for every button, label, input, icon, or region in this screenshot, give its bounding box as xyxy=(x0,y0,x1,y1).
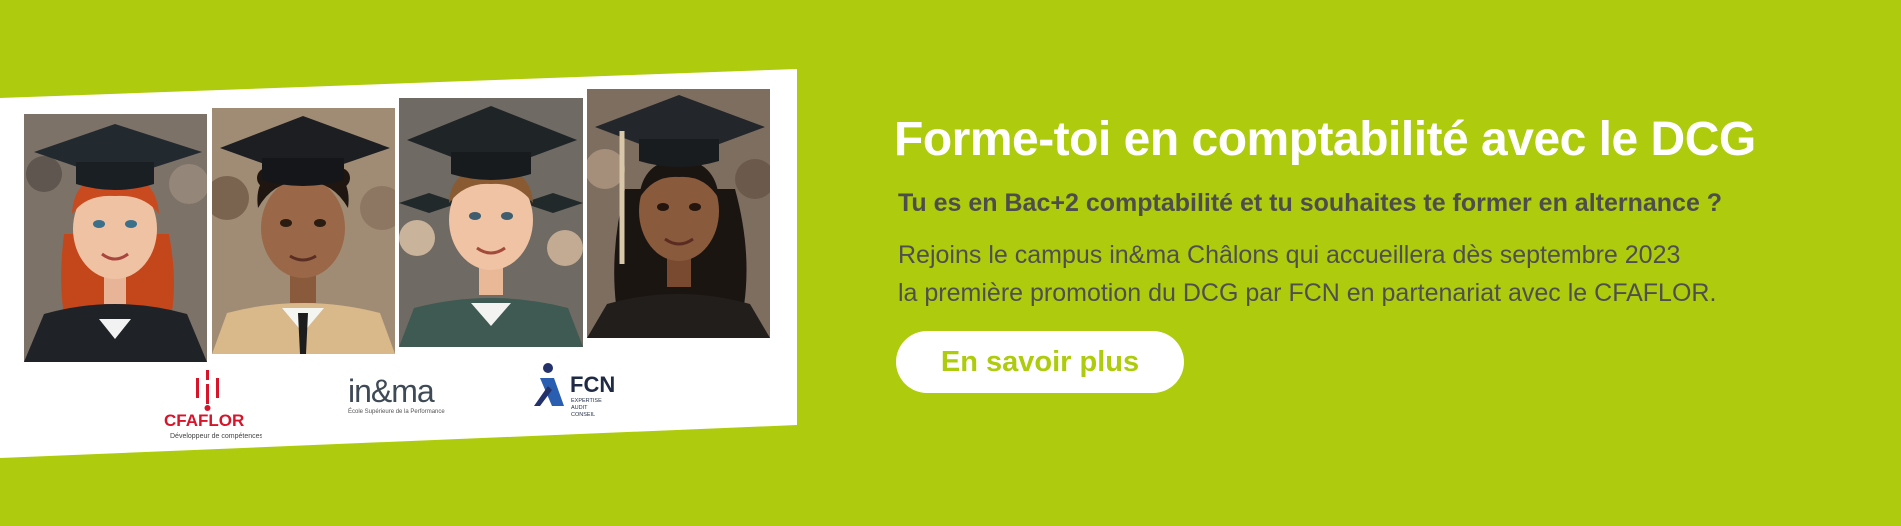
banner-heading: Forme-toi en comptabilité avec le DCG xyxy=(894,113,1756,166)
graduate-photo-3 xyxy=(399,98,583,347)
graduate-photo-2 xyxy=(212,108,395,354)
svg-text:in&ma: in&ma xyxy=(348,373,435,409)
svg-text:CONSEIL: CONSEIL xyxy=(571,412,595,418)
svg-text:CFAFLOR: CFAFLOR xyxy=(164,411,244,430)
svg-text:Développeur de compétences: Développeur de compétences xyxy=(170,433,262,440)
svg-text:École Supérieure de la Perform: École Supérieure de la Performance xyxy=(348,408,445,415)
svg-text:EXPERTISE: EXPERTISE xyxy=(571,398,602,404)
graduate-photo-1 xyxy=(24,114,207,362)
fcn-logo: FCN EXPERTISE AUDIT CONSEIL xyxy=(534,360,636,420)
learn-more-button[interactable]: En savoir plus xyxy=(896,331,1184,393)
graduate-photo-4 xyxy=(587,89,770,338)
banner-description: Rejoins le campus in&ma Châlons qui accu… xyxy=(898,236,1716,312)
description-line-1: Rejoins le campus in&ma Châlons qui accu… xyxy=(898,241,1681,269)
description-line-2: la première promotion du DCG par FCN en … xyxy=(898,279,1717,307)
banner-subheading: Tu es en Bac+2 comptabilité et tu souhai… xyxy=(898,189,1723,217)
svg-text:FCN: FCN xyxy=(570,372,615,397)
inma-logo: in&ma École Supérieure de la Performance xyxy=(346,372,452,416)
photo-card: CFAFLOR Développeur de compétences in&ma… xyxy=(0,69,797,458)
promo-banner: CFAFLOR Développeur de compétences in&ma… xyxy=(0,0,1901,526)
cfaflor-logo: CFAFLOR Développeur de compétences xyxy=(158,368,264,440)
svg-text:AUDIT: AUDIT xyxy=(571,405,588,411)
